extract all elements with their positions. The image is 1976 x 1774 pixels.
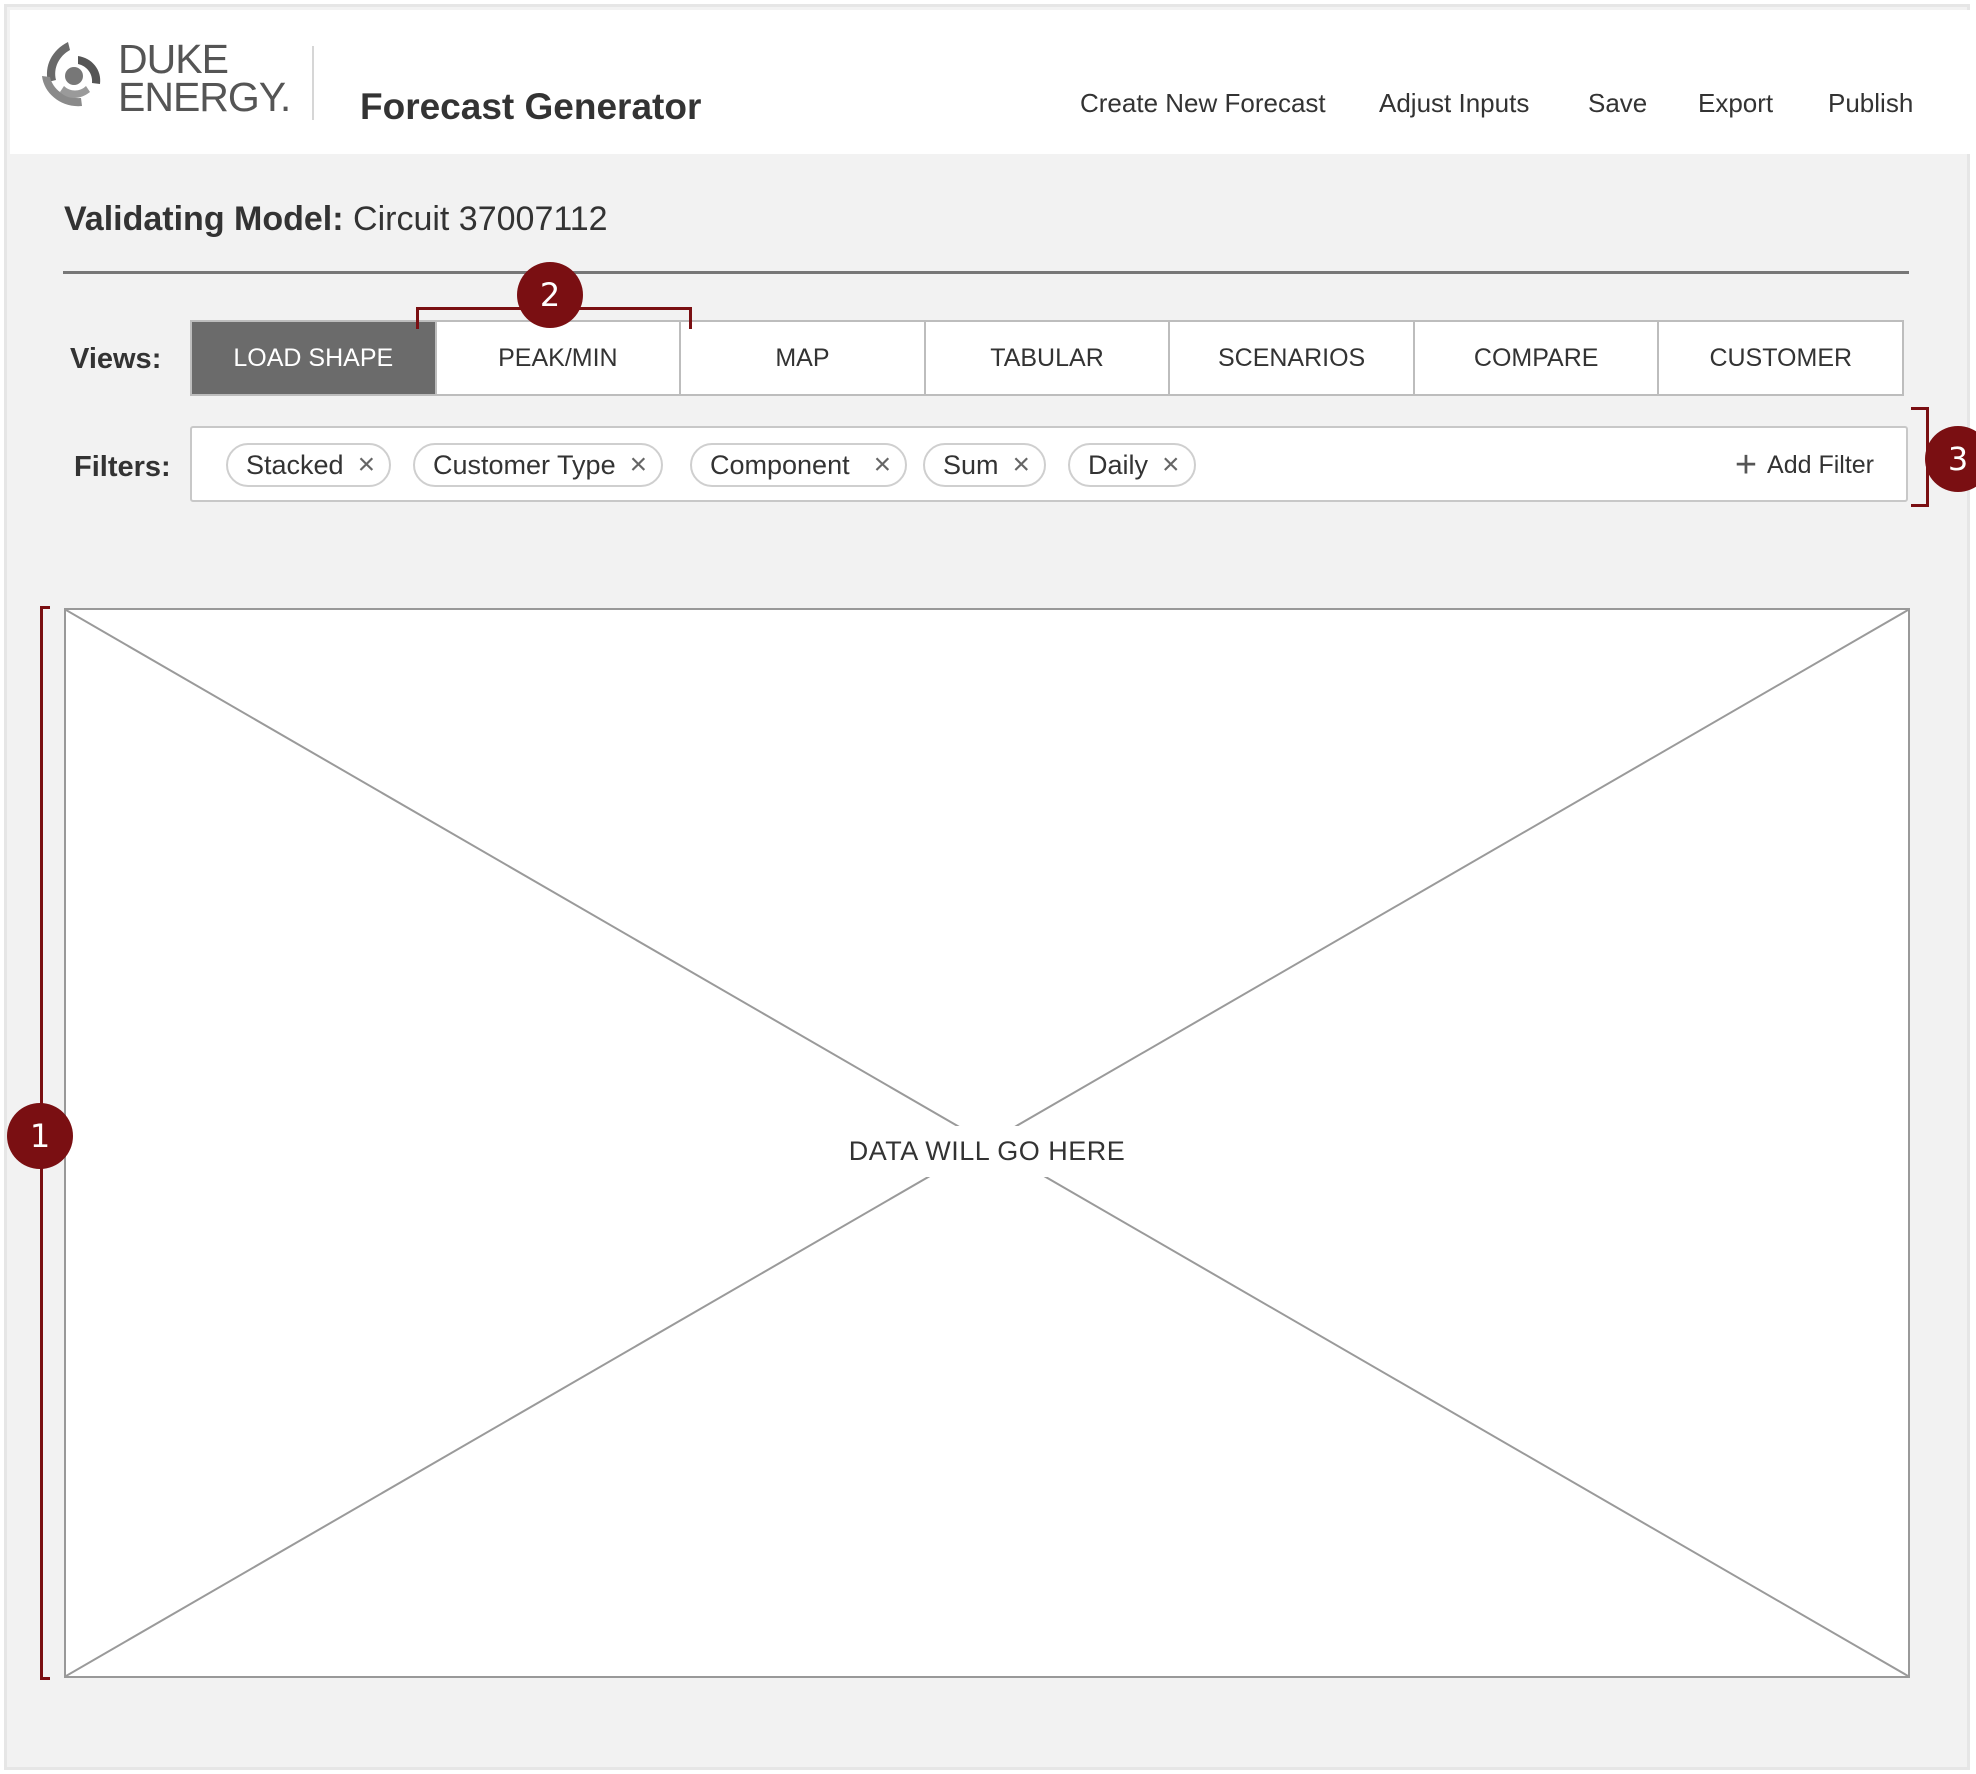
brand-line-2: ENERGY. (118, 74, 291, 120)
filter-chip-label: Daily (1088, 449, 1149, 480)
tab-tabular[interactable]: TABULAR (926, 322, 1171, 394)
filter-chip-sum[interactable]: Sum × (923, 443, 1047, 487)
duke-energy-logo-icon (42, 42, 101, 107)
tab-compare[interactable]: COMPARE (1415, 322, 1660, 394)
filter-chip-stacked[interactable]: Stacked × (226, 443, 392, 487)
filter-bar: Stacked × Customer Type × Component × Su… (190, 426, 1908, 502)
model-value: Circuit 37007112 (343, 200, 608, 238)
filter-chip-daily[interactable]: Daily × (1068, 443, 1196, 487)
tab-peak-min[interactable]: PEAK/MIN (437, 322, 682, 394)
views-tab-bar: LOAD SHAPE PEAK/MIN MAP TABULAR SCENARIO… (190, 320, 1904, 396)
model-label: Validating Model: (64, 200, 344, 238)
remove-filter-icon[interactable]: × (358, 450, 376, 480)
nav-create-new-forecast[interactable]: Create New Forecast (1080, 88, 1326, 119)
filter-chip-label: Customer Type (433, 449, 616, 480)
app-header: DUKE ENERGY. Forecast Generator Create N… (10, 10, 1970, 154)
remove-filter-icon[interactable]: × (1013, 450, 1031, 480)
annotation-marker-3: 3 (1925, 426, 1976, 492)
annotation-marker-1: 1 (7, 1103, 73, 1169)
header-divider (312, 46, 314, 120)
nav-save[interactable]: Save (1588, 88, 1647, 119)
brand-line-1: DUKE (118, 36, 229, 82)
tab-scenarios[interactable]: SCENARIOS (1170, 322, 1415, 394)
data-placeholder: DATA WILL GO HERE (64, 608, 1910, 1678)
plus-icon: + (1734, 444, 1758, 486)
page-title: Validating Model: Circuit 37007112 (64, 200, 608, 239)
tab-customer[interactable]: CUSTOMER (1659, 322, 1902, 394)
remove-filter-icon[interactable]: × (874, 450, 892, 480)
app-title: Forecast Generator (360, 86, 702, 127)
filter-chip-label: Stacked (246, 449, 344, 480)
tab-map[interactable]: MAP (681, 322, 926, 394)
filter-chip-label: Component (710, 449, 850, 480)
remove-filter-icon[interactable]: × (630, 450, 648, 480)
title-divider (63, 271, 1909, 274)
nav-publish[interactable]: Publish (1828, 88, 1913, 119)
add-filter-label: Add Filter (1767, 450, 1874, 479)
nav-adjust-inputs[interactable]: Adjust Inputs (1379, 88, 1529, 119)
filter-chip-label: Sum (943, 449, 999, 480)
filter-chip-customer-type[interactable]: Customer Type × (413, 443, 664, 487)
nav-export[interactable]: Export (1698, 88, 1773, 119)
tab-load-shape[interactable]: LOAD SHAPE (192, 322, 437, 394)
filter-chip-component[interactable]: Component × (690, 443, 908, 487)
filters-label: Filters: (74, 451, 171, 483)
page-frame: DUKE ENERGY. Forecast Generator Create N… (4, 4, 1976, 1770)
add-filter-button[interactable]: + Add Filter (1735, 446, 1874, 484)
annotation-marker-2: 2 (517, 262, 583, 328)
placeholder-label-wrap: DATA WILL GO HERE (66, 1126, 1908, 1177)
brand-wordmark: DUKE ENERGY. (118, 36, 291, 120)
remove-filter-icon[interactable]: × (1162, 450, 1180, 480)
views-label: Views: (70, 343, 162, 375)
placeholder-label: DATA WILL GO HERE (830, 1126, 1144, 1177)
